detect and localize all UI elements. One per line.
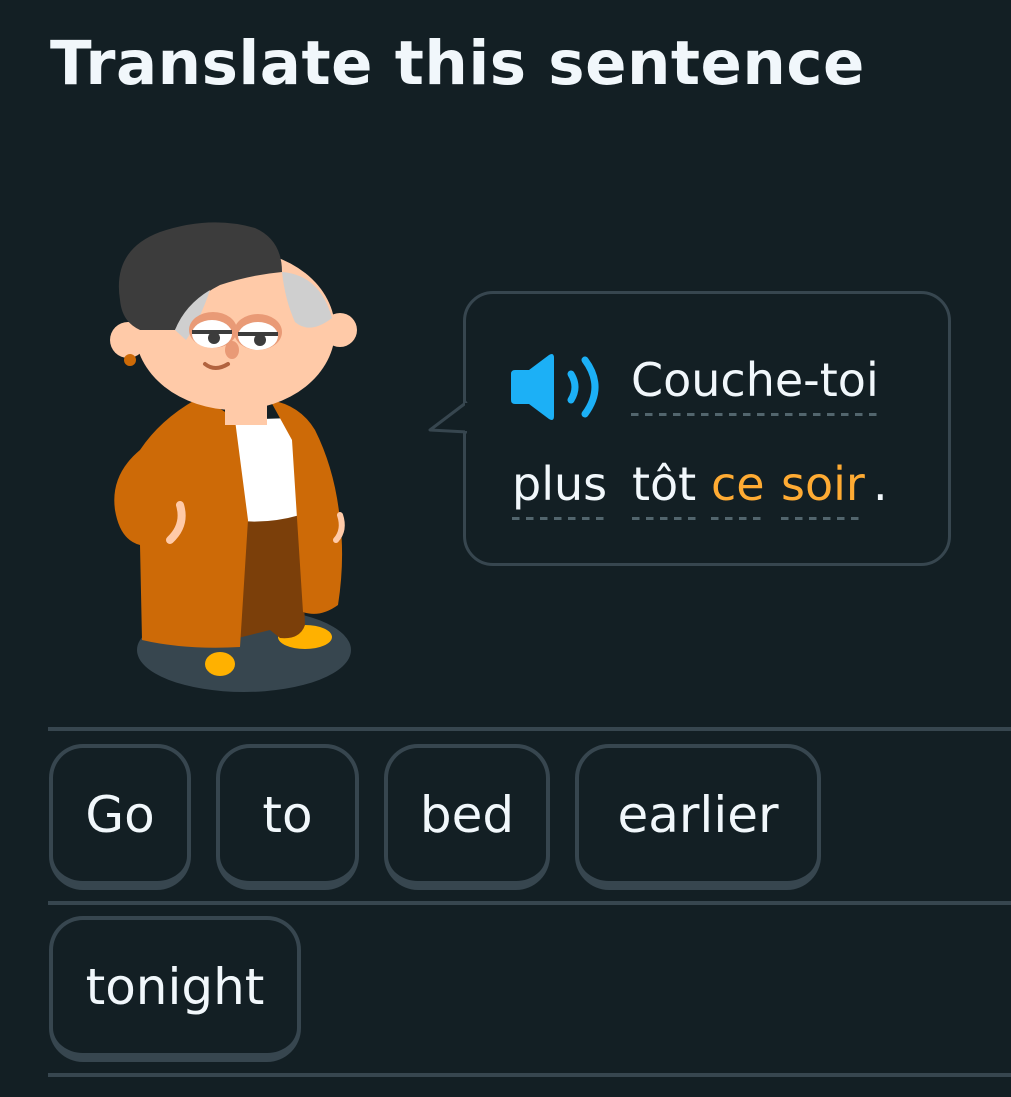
- sentence-word[interactable]: Couche-toi: [631, 352, 879, 416]
- answer-line: [48, 1073, 1011, 1077]
- speech-bubble: [463, 291, 951, 566]
- page-title: Translate this sentence: [50, 28, 865, 99]
- speaker-icon[interactable]: [509, 352, 609, 422]
- sentence-word[interactable]: tôt: [632, 456, 697, 520]
- word-chip-go[interactable]: Go: [49, 744, 191, 890]
- exercise-screen: Translate this sentence Couche-toi plus …: [0, 0, 1011, 1097]
- word-chip-bed[interactable]: bed: [384, 744, 550, 890]
- answer-line: [48, 727, 1011, 731]
- sentence-word-highlighted[interactable]: ce: [711, 456, 765, 520]
- sentence-punctuation: .: [873, 457, 888, 511]
- word-chip-earlier[interactable]: earlier: [575, 744, 821, 890]
- word-chip-tonight[interactable]: tonight: [49, 916, 301, 1062]
- word-chip-to[interactable]: to: [216, 744, 359, 890]
- character-illustration: [110, 222, 357, 692]
- answer-line: [48, 901, 1011, 905]
- speech-bubble-tail: [428, 400, 470, 434]
- sentence-word-highlighted[interactable]: soir: [781, 456, 865, 520]
- sentence-word[interactable]: plus: [512, 456, 608, 520]
